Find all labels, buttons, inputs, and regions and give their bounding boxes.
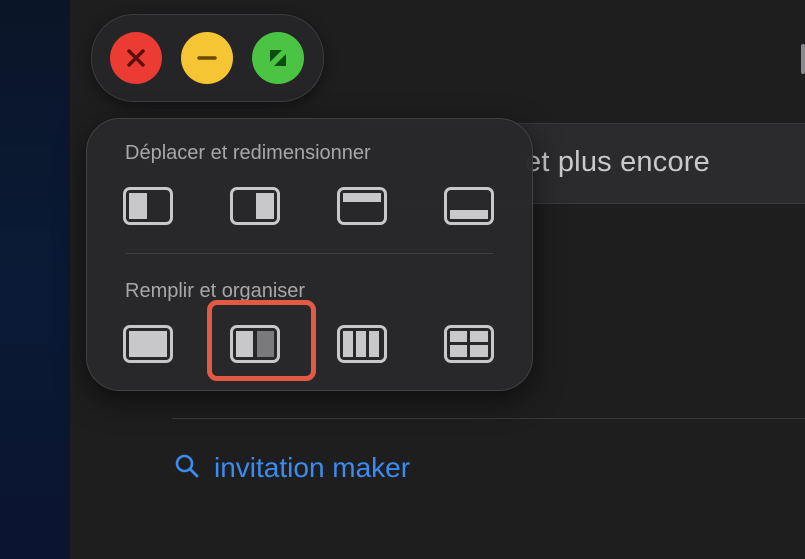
search-icon bbox=[174, 453, 200, 484]
top-half-icon bbox=[343, 193, 381, 202]
window-edge-marker bbox=[801, 44, 805, 74]
close-icon bbox=[127, 49, 145, 67]
tile-top-half-button[interactable] bbox=[337, 187, 387, 225]
quarter-icon bbox=[470, 345, 488, 357]
search-bar-text: et plus encore bbox=[525, 146, 710, 178]
divider bbox=[172, 418, 805, 419]
quarter-icon bbox=[450, 345, 467, 357]
right-half-icon bbox=[256, 193, 274, 219]
left-half-icon bbox=[129, 193, 147, 219]
quarter-icon bbox=[450, 331, 467, 342]
fill-icon bbox=[129, 331, 167, 357]
column-icon bbox=[356, 331, 366, 357]
suggestion-text: invitation maker bbox=[214, 452, 411, 483]
fill-screen-button[interactable] bbox=[123, 325, 173, 363]
minimize-icon bbox=[197, 56, 217, 60]
tile-bottom-half-button[interactable] bbox=[444, 187, 494, 225]
popover-divider bbox=[125, 253, 493, 254]
bottom-half-icon bbox=[450, 210, 488, 219]
tile-right-half-button[interactable] bbox=[230, 187, 280, 225]
minimize-button[interactable] bbox=[181, 32, 233, 84]
column-icon bbox=[369, 331, 379, 357]
search-suggestion[interactable]: invitation maker bbox=[174, 452, 410, 484]
fullscreen-icon bbox=[270, 50, 286, 66]
close-button[interactable] bbox=[110, 32, 162, 84]
tile-left-half-button[interactable] bbox=[123, 187, 173, 225]
move-resize-title: Déplacer et redimensionner bbox=[125, 142, 371, 164]
quarter-icon bbox=[470, 331, 488, 342]
highlight-box bbox=[207, 300, 316, 381]
fullscreen-button[interactable] bbox=[252, 32, 304, 84]
desktop-background bbox=[0, 0, 70, 559]
column-icon bbox=[343, 331, 353, 357]
arrange-three-columns-button[interactable] bbox=[337, 325, 387, 363]
arrange-four-quarters-button[interactable] bbox=[444, 325, 494, 363]
